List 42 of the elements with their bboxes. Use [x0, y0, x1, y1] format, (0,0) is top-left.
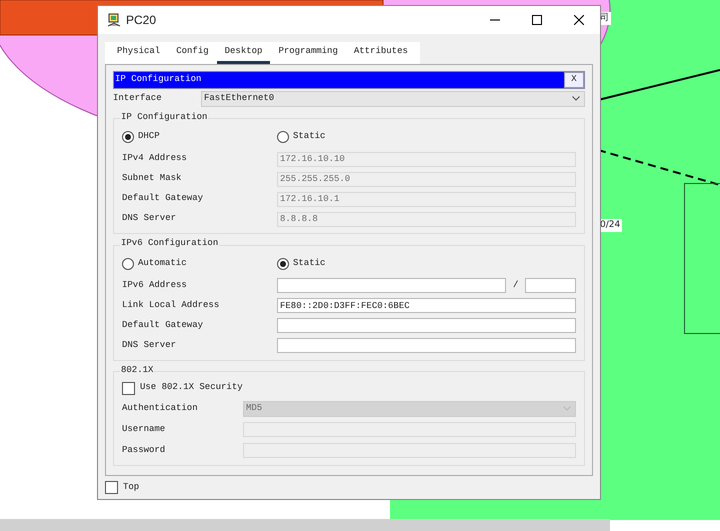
field-label: Interface — [113, 92, 163, 105]
field-label: Username — [122, 422, 166, 436]
checkbox[interactable]: Top — [105, 480, 140, 494]
field-label: IPv4 Address — [122, 152, 188, 166]
interface-dropdown[interactable]: FastEthernet0 — [201, 90, 585, 106]
radio-button[interactable]: Static — [277, 130, 326, 144]
checkbox[interactable]: Use 802.1X Security — [122, 381, 243, 395]
close-button[interactable]: X — [564, 72, 584, 88]
tab[interactable]: Physical — [109, 42, 168, 64]
chevron-down-icon — [563, 406, 571, 411]
field-label: DNS Server — [122, 212, 178, 226]
close-icon — [574, 15, 584, 25]
field-label: Link Local Address — [122, 298, 220, 312]
pc-icon — [106, 12, 122, 28]
group-title: 802.1X — [120, 364, 154, 376]
tab[interactable]: Attributes — [346, 42, 416, 64]
group-title: IPv6 Configuration — [120, 238, 220, 249]
tab[interactable]: Desktop — [216, 42, 270, 64]
window-title: PC20 — [126, 12, 156, 29]
maximize-icon — [532, 15, 542, 25]
field-label: Default Gateway — [122, 192, 204, 206]
field-label: IPv6 Address — [122, 278, 188, 292]
field-label: Password — [122, 444, 166, 457]
input-field[interactable] — [277, 318, 576, 333]
group-title: IP Configuration — [120, 112, 208, 122]
prefix-field[interactable] — [525, 278, 576, 293]
scroll-bar[interactable] — [0, 519, 610, 531]
panel-title: IP Configuration — [115, 72, 202, 86]
tab[interactable]: Config — [168, 42, 217, 64]
radio-button[interactable]: Static — [277, 256, 326, 270]
chevron-down-icon — [572, 96, 580, 101]
radio-button[interactable]: DHCP — [122, 130, 277, 144]
separator-text: / — [513, 278, 518, 292]
input-field[interactable] — [277, 278, 506, 293]
field-label: Authentication — [122, 402, 199, 415]
field-label: Default Gateway — [122, 318, 204, 332]
input-field[interactable] — [277, 338, 576, 353]
field-label: DNS Server — [122, 338, 178, 352]
tab[interactable]: Programming — [270, 42, 346, 64]
radio-button[interactable]: Automatic — [122, 256, 277, 270]
field-label: Subnet Mask — [122, 172, 182, 186]
input-field[interactable]: FE80::2D0:D3FF:FEC0:6BEC — [277, 298, 576, 313]
